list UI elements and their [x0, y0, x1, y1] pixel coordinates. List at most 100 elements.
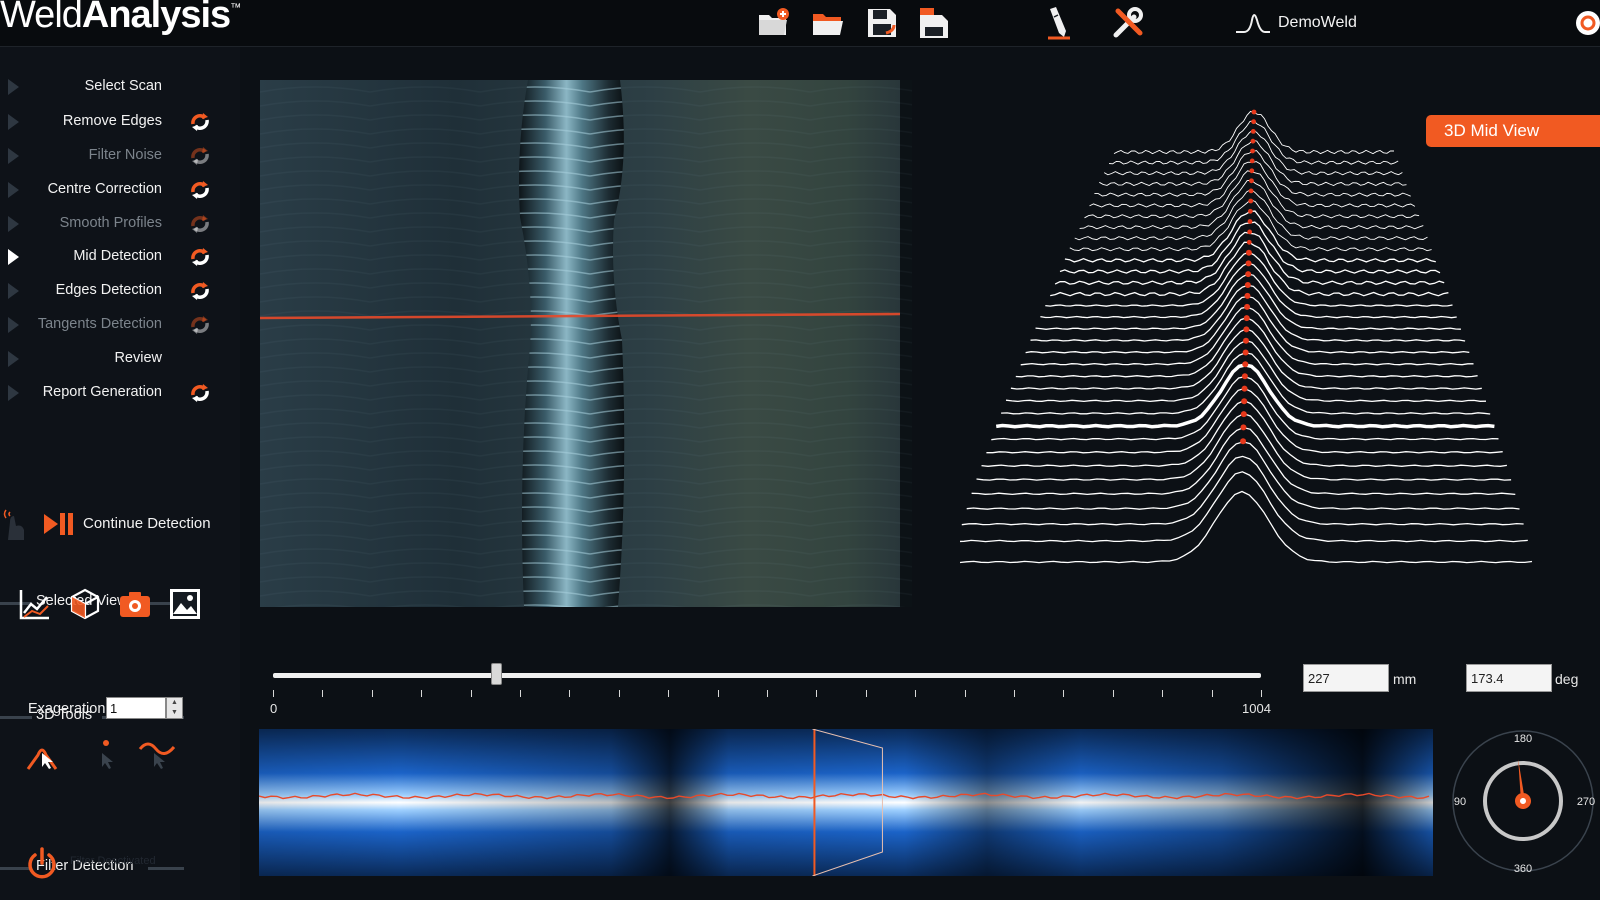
slider-tick	[1112, 690, 1114, 697]
mid-point-marker	[1240, 411, 1247, 418]
step-arrow-icon	[8, 385, 19, 401]
scan-intensity-strip	[259, 729, 1433, 876]
3d-profile-view	[960, 109, 1533, 564]
logo-trademark: ™	[230, 2, 241, 14]
new-folder-icon[interactable]	[756, 5, 792, 41]
slider-tick	[470, 690, 472, 697]
step-centre-correction[interactable]: Centre Correction	[0, 175, 240, 205]
slider-tick	[520, 690, 521, 697]
workflow-sidebar: Select Scan Remove Edges Filter Noise Centr…	[0, 47, 240, 900]
mid-point-marker	[1247, 229, 1253, 235]
angle-deg-input[interactable]	[1466, 664, 1552, 692]
logo-bold: Analysis	[81, 0, 231, 36]
rotation-compass[interactable]: 180 360 90 270	[1448, 723, 1598, 878]
exaggeration-stepper[interactable]: ▲ ▼	[166, 697, 183, 719]
redo-step-icon[interactable]	[188, 279, 212, 303]
compass-bottom-label: 360	[1514, 863, 1532, 875]
step-edges-detection[interactable]: Edges Detection	[0, 276, 240, 306]
step-label: Filter Noise	[88, 147, 162, 163]
slider-tick	[1162, 690, 1164, 697]
point-tool-icon[interactable]	[86, 735, 126, 775]
profile-line	[960, 490, 1533, 564]
slider-tick	[1211, 690, 1213, 697]
mid-point-marker	[1247, 219, 1253, 224]
image-icon[interactable]	[168, 587, 202, 621]
tools-icon[interactable]	[1110, 5, 1146, 41]
stepper-up-icon[interactable]: ▲	[167, 698, 182, 708]
step-label: Remove Edges	[62, 113, 162, 129]
step-filter-noise[interactable]: Filter Noise	[0, 141, 240, 171]
step-report-generation[interactable]: Report Generation	[0, 378, 240, 408]
step-arrow-icon	[8, 317, 19, 333]
step-arrow-icon	[8, 182, 19, 198]
step-remove-edges[interactable]: Remove Edges	[0, 107, 240, 137]
exaggeration-input[interactable]	[106, 697, 166, 719]
step-tangents-detection[interactable]: Tangents Detection	[0, 310, 240, 340]
position-mm-input[interactable]	[1303, 664, 1389, 692]
step-select-scan[interactable]: Select Scan	[0, 72, 240, 102]
filter-status-label: Filter Deactivated	[70, 855, 156, 867]
exaggeration-label: Exageration	[28, 701, 106, 717]
mid-point-marker	[1249, 178, 1254, 184]
step-label: Review	[114, 350, 162, 366]
slider-tick	[964, 690, 966, 697]
open-folder-icon[interactable]	[810, 5, 846, 41]
curve-tool-icon[interactable]	[138, 735, 178, 775]
slider-thumb[interactable]	[491, 663, 503, 685]
step-arrow-icon	[8, 249, 19, 265]
mid-point-marker	[1243, 337, 1249, 344]
step-arrow-icon	[8, 114, 19, 130]
step-label: Smooth Profiles	[59, 215, 162, 231]
save-icon[interactable]	[864, 5, 900, 41]
line-chart-icon[interactable]	[18, 587, 52, 621]
project-name: DemoWeld	[1278, 14, 1357, 31]
stepper-down-icon[interactable]: ▼	[167, 708, 182, 718]
slider-max-label: 1004	[1242, 701, 1271, 716]
top-bar: WeldAnalysis™ DemoWeld	[0, 0, 1600, 47]
redo-step-icon[interactable]	[188, 381, 212, 405]
mid-point-marker	[1243, 315, 1250, 322]
play-pause-icon	[3, 509, 73, 540]
mid-point-marker	[1249, 158, 1255, 164]
redo-step-icon[interactable]	[188, 178, 212, 202]
slider-tick	[668, 690, 670, 697]
slider-tick	[618, 690, 620, 697]
step-mid-detection[interactable]: Mid Detection	[0, 242, 240, 272]
mid-point-marker	[1248, 188, 1254, 194]
3d-cube-icon[interactable]	[68, 587, 102, 621]
step-label: Tangents Detection	[37, 316, 162, 332]
redo-step-icon[interactable]	[188, 110, 212, 134]
step-arrow-icon	[8, 148, 19, 164]
redo-step-icon[interactable]	[188, 212, 212, 236]
3d-mid-view-button[interactable]: 3D Mid View	[1426, 115, 1600, 147]
mid-point-marker	[1251, 109, 1257, 115]
step-review[interactable]: Review	[0, 344, 240, 374]
save-as-icon[interactable]	[916, 5, 952, 41]
profile-line	[971, 426, 1516, 496]
slider-tick	[767, 690, 768, 697]
mid-point-marker	[1243, 326, 1250, 333]
camera-icon[interactable]	[118, 587, 152, 621]
peak-tool-icon[interactable]	[24, 735, 64, 775]
slider-tick	[1261, 690, 1262, 697]
mid-point-marker	[1251, 119, 1257, 125]
mid-point-marker	[1244, 292, 1251, 299]
mid-point-marker	[1245, 271, 1252, 278]
mid-point-marker	[1244, 282, 1251, 288]
step-smooth-profiles[interactable]: Smooth Profiles	[0, 209, 240, 239]
refresh-icon[interactable]	[1572, 8, 1600, 38]
redo-step-icon[interactable]	[188, 245, 212, 269]
redo-step-icon[interactable]	[188, 313, 212, 337]
app-logo: WeldAnalysis™	[0, 0, 241, 37]
mid-point-marker	[1244, 303, 1251, 310]
mid-point-marker	[1245, 260, 1252, 267]
power-toggle-icon[interactable]	[24, 846, 60, 882]
continue-detection-label: Continue Detection	[83, 515, 211, 532]
mid-point-marker	[1242, 349, 1249, 356]
continue-detection-button[interactable]: Continue Detection	[0, 504, 230, 548]
step-arrow-icon	[8, 283, 19, 299]
redo-step-icon[interactable]	[188, 144, 212, 168]
slider-tick	[1063, 690, 1065, 697]
scan-position-slider[interactable]	[273, 673, 1261, 678]
edit-pencil-icon[interactable]	[1040, 5, 1076, 41]
